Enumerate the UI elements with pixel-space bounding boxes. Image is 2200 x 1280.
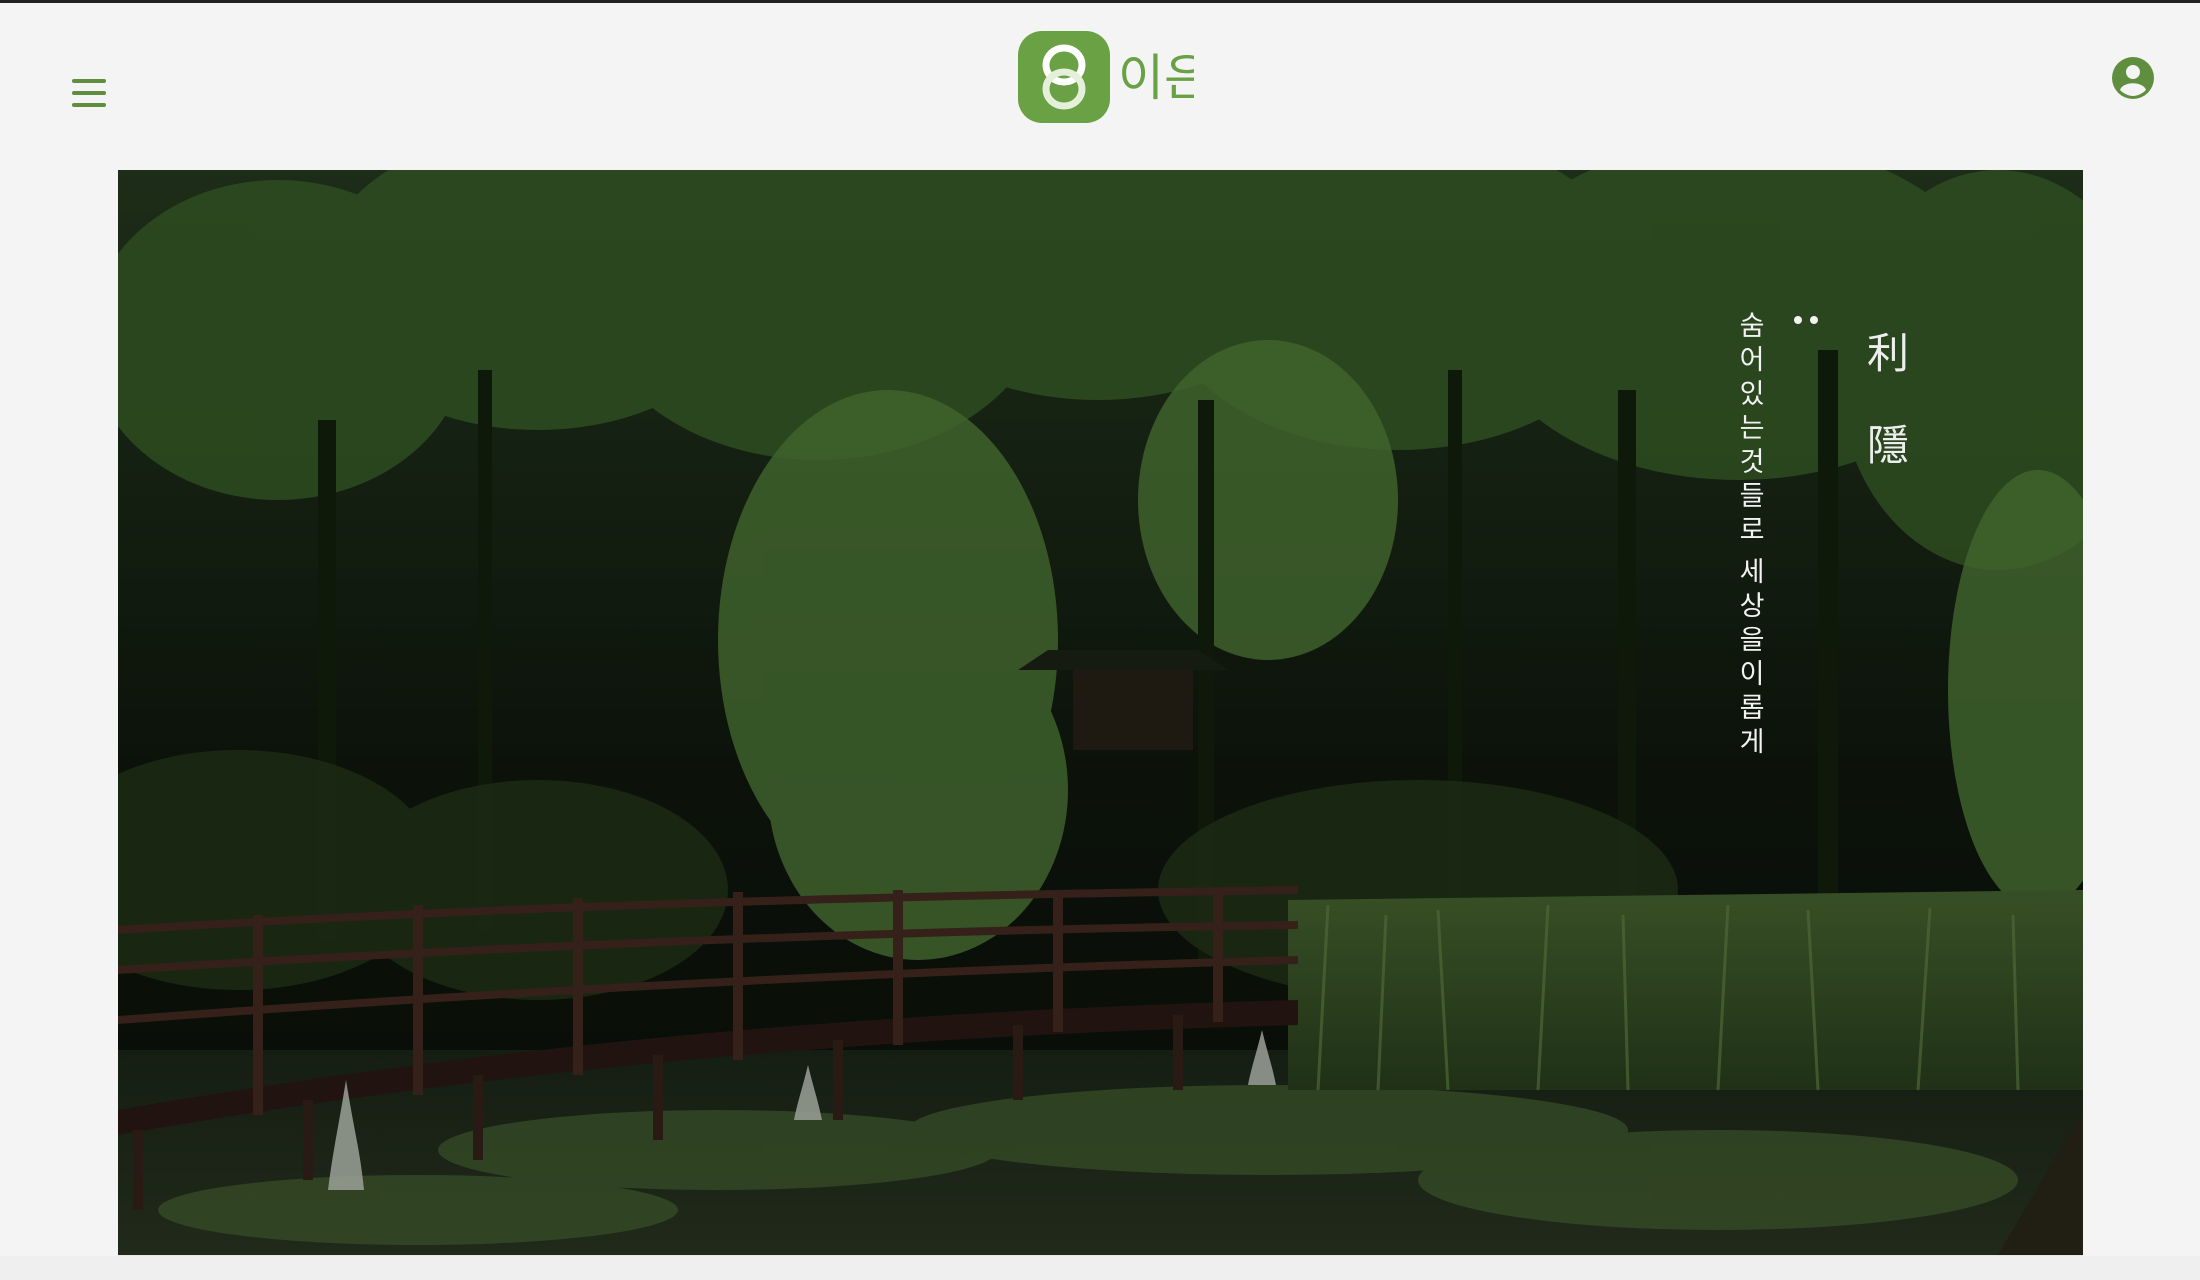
logo-wordmark-text: 이은: [1118, 49, 1194, 107]
brand-character-1: 利: [1866, 329, 1909, 378]
logo-mark-icon: [1018, 31, 1110, 123]
hero-overlay: [118, 170, 2083, 1255]
page-bottom-strip: [0, 1256, 2200, 1280]
tagline-line-1: 숨어있는것들로: [1739, 311, 1765, 546]
site-logo[interactable]: 이은: [1018, 31, 1210, 125]
hero-tagline: 숨어있는것들로 세상을이롭게: [1734, 310, 1770, 760]
hamburger-menu-icon: [72, 79, 106, 83]
site-header: 이은: [0, 3, 2200, 168]
hero-banner: 숨어있는것들로 세상을이롭게 利 隱: [118, 170, 2083, 1255]
brand-character-2: 隱: [1866, 421, 1909, 470]
logo-wordmark: 이은: [1118, 45, 1210, 115]
menu-button[interactable]: [72, 79, 106, 109]
hamburger-menu-icon-bottom: [72, 103, 106, 107]
tagline-line-2: 세상을이롭게: [1739, 557, 1765, 758]
hero-brand-characters: 利 隱: [1858, 308, 1918, 492]
hamburger-menu-icon-middle: [72, 91, 106, 95]
user-account-button[interactable]: [2110, 55, 2156, 101]
decorative-dots: [1794, 316, 1830, 326]
user-account-icon: [2112, 57, 2154, 99]
